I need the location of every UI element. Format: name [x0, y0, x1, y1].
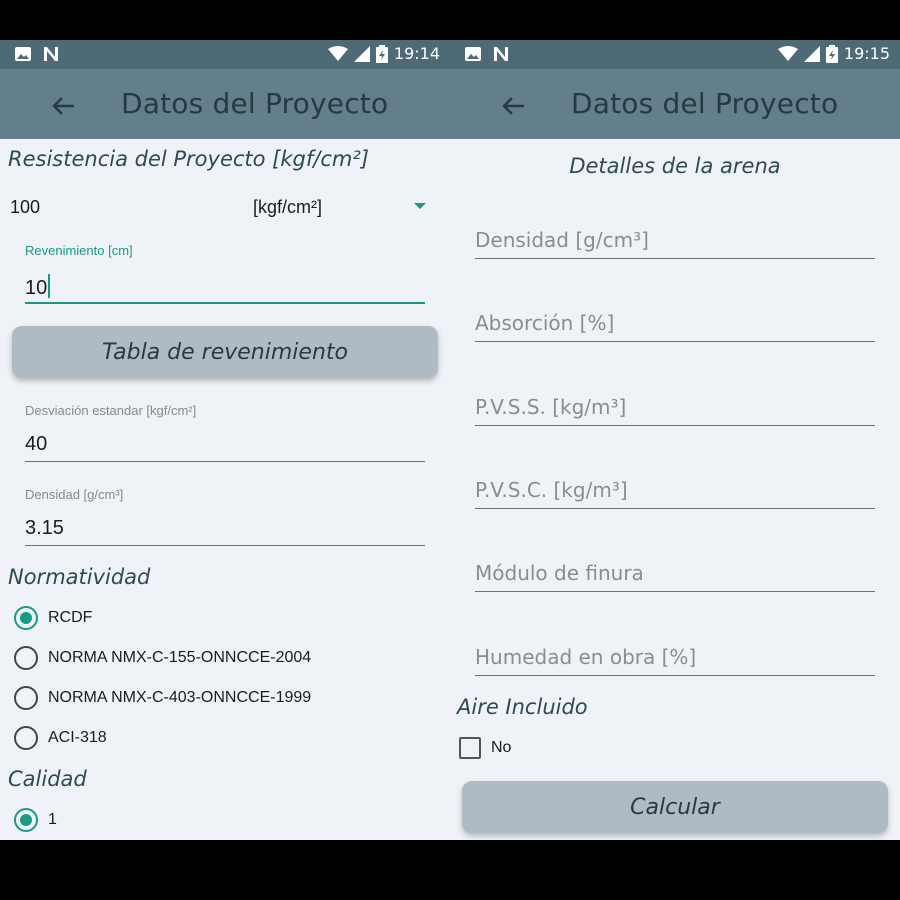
radio-selected-icon	[14, 808, 38, 832]
wifi-icon	[777, 45, 798, 61]
desviacion-label: Desviación estandar [kgf/cm²]	[25, 403, 197, 418]
page-title: Datos del Proyecto	[121, 87, 389, 120]
resistencia-value[interactable]: 100	[10, 197, 40, 218]
checkbox-unchecked-icon	[459, 737, 481, 759]
image-icon	[465, 47, 481, 61]
signal-icon	[353, 45, 370, 62]
left-screen: 19:14 Datos del Proyecto Resistencia del…	[0, 40, 450, 840]
absorcion-underline	[475, 341, 875, 342]
text-caret	[48, 274, 51, 298]
dropdown-arrow-icon[interactable]	[414, 203, 426, 209]
radio-aci-318[interactable]: ACI-318	[14, 726, 107, 750]
back-arrow-icon[interactable]	[498, 91, 528, 121]
radio-label: NORMA NMX-C-403-ONNCCE-1999	[48, 689, 312, 706]
aire-checkbox[interactable]: No	[459, 737, 511, 759]
radio-label: NORMA NMX-C-155-ONNCCE-2004	[48, 649, 312, 666]
status-time: 19:14	[393, 44, 440, 63]
densidad-arena-underline	[475, 258, 875, 259]
image-icon	[15, 47, 31, 61]
screenshot-stage: 19:14 Datos del Proyecto Resistencia del…	[0, 0, 900, 900]
radio-label: RCDF	[48, 609, 93, 626]
n-notification-icon	[44, 47, 58, 61]
wifi-icon	[327, 45, 348, 61]
radio-nmx-403[interactable]: NORMA NMX-C-403-ONNCCE-1999	[14, 686, 311, 710]
humedad-input[interactable]: Humedad en obra [%]	[475, 645, 696, 669]
revenimiento-label: Revenimiento [cm]	[25, 243, 133, 258]
calcular-button[interactable]: Calcular	[462, 781, 888, 833]
tabla-revenimiento-button[interactable]: Tabla de revenimiento	[12, 326, 438, 378]
resistencia-heading: Resistencia del Proyecto [kgf/cm²]	[8, 147, 369, 171]
radio-nmx-155[interactable]: NORMA NMX-C-155-ONNCCE-2004	[14, 646, 311, 670]
absorcion-input[interactable]: Absorción [%]	[475, 311, 614, 335]
unit-dropdown[interactable]: [kgf/cm²]	[253, 197, 322, 218]
radio-unselected-icon	[14, 646, 38, 670]
page-title: Datos del Proyecto	[571, 87, 839, 120]
n-notification-icon	[494, 47, 508, 61]
densidad-label: Densidad [g/cm³]	[25, 487, 124, 502]
right-screen: 19:15 Datos del Proyecto Detalles de la …	[450, 40, 900, 840]
normatividad-heading: Normatividad	[8, 565, 151, 589]
radio-selected-icon	[14, 606, 38, 630]
humedad-underline	[475, 675, 875, 676]
pvsc-input[interactable]: P.V.S.C. [kg/m³]	[475, 478, 628, 502]
densidad-arena-input[interactable]: Densidad [g/cm³]	[475, 228, 649, 252]
aire-incluido-heading: Aire Incluido	[457, 695, 588, 719]
status-bar: 19:15	[450, 40, 900, 69]
pvsc-underline	[475, 508, 875, 509]
radio-rcdf[interactable]: RCDF	[14, 606, 92, 630]
revenimiento-value: 10	[25, 277, 48, 299]
arena-heading: Detalles de la arena	[569, 154, 781, 178]
back-arrow-icon[interactable]	[48, 91, 78, 121]
radio-label: ACI-318	[48, 729, 107, 746]
signal-icon	[803, 45, 820, 62]
radio-calidad-1[interactable]: 1	[14, 808, 57, 832]
densidad-underline	[25, 545, 425, 546]
desviacion-input[interactable]: 40	[25, 433, 47, 456]
pvss-input[interactable]: P.V.S.S. [kg/m³]	[475, 395, 626, 419]
app-bar: Datos del Proyecto	[0, 69, 450, 139]
aire-checkbox-label: No	[491, 739, 512, 756]
battery-icon	[825, 44, 838, 63]
modulo-finura-underline	[475, 591, 875, 592]
modulo-finura-input[interactable]: Módulo de finura	[475, 561, 644, 585]
desviacion-underline	[25, 461, 425, 462]
radio-label: 1	[48, 811, 57, 828]
battery-icon	[375, 44, 388, 63]
radio-unselected-icon	[14, 726, 38, 750]
pvss-underline	[475, 425, 875, 426]
status-bar: 19:14	[0, 40, 450, 69]
revenimiento-underline	[25, 302, 425, 304]
calidad-heading: Calidad	[8, 767, 87, 791]
app-bar: Datos del Proyecto	[450, 69, 900, 139]
revenimiento-input[interactable]: 10	[25, 274, 51, 300]
status-time: 19:15	[843, 44, 890, 63]
densidad-input[interactable]: 3.15	[25, 517, 64, 540]
radio-unselected-icon	[14, 686, 38, 710]
